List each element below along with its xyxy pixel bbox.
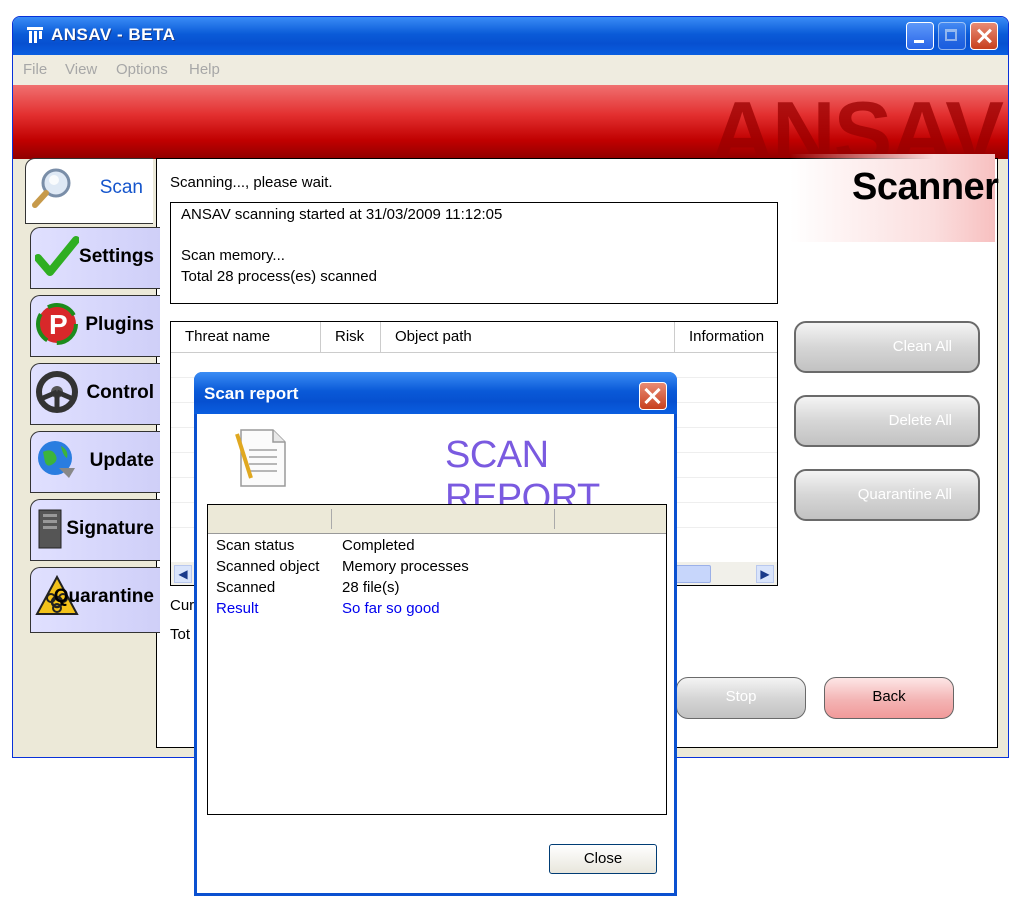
total-label: Tot: [170, 626, 191, 643]
report-document-icon: [235, 429, 286, 487]
log-line: Scan memory...: [181, 247, 285, 264]
page-title: Scanner: [852, 166, 999, 208]
dialog-title-bar[interactable]: Scan report: [194, 372, 677, 414]
column-header-risk[interactable]: Risk: [321, 322, 381, 352]
tab-update[interactable]: Update: [30, 431, 160, 493]
svg-text:P: P: [49, 309, 68, 340]
header-banner: ANSAV: [13, 85, 1008, 159]
menu-view[interactable]: View: [65, 61, 97, 78]
dialog-close-icon[interactable]: [639, 382, 667, 410]
tab-label: Update: [89, 450, 154, 471]
report-label-scanned-object: Scanned object: [216, 558, 320, 575]
scroll-left-icon[interactable]: ◀: [174, 565, 192, 583]
column-header-object-path[interactable]: Object path: [381, 322, 675, 352]
checkmark-icon: [35, 236, 79, 276]
dialog-title: Scan report: [204, 384, 299, 403]
magnifier-icon: [32, 168, 71, 208]
stop-button[interactable]: Stop: [676, 677, 806, 719]
tab-settings[interactable]: Settings: [30, 227, 160, 289]
tab-label: Scan: [99, 177, 143, 198]
close-window-button[interactable]: [970, 22, 998, 50]
scan-log-box: ANSAV scanning started at 31/03/2009 11:…: [170, 202, 778, 304]
tab-label: Control: [86, 382, 154, 403]
log-line: Total 28 process(es) scanned: [181, 268, 377, 285]
window-title: ANSAV - BETA: [51, 25, 176, 44]
report-value-scanned: 28 file(s): [342, 579, 400, 596]
column-header-threat-name[interactable]: Threat name: [171, 322, 321, 352]
scan-report-dialog: Scan report SCAN REPORT Scan status Comp…: [194, 372, 677, 896]
tab-signature[interactable]: Signature: [30, 499, 160, 561]
report-label-scan-status: Scan status: [216, 537, 295, 554]
app-icon: [25, 25, 45, 45]
report-value-result: So far so good: [342, 600, 440, 617]
menu-help[interactable]: Help: [189, 61, 220, 78]
globe-update-icon: [38, 441, 75, 478]
tab-label: Plugins: [85, 314, 154, 335]
tab-scan[interactable]: Scan: [25, 158, 153, 224]
menu-bar: File View Options Help: [13, 55, 1008, 85]
report-list[interactable]: Scan status Completed Scanned object Mem…: [207, 504, 667, 815]
menu-file[interactable]: File: [23, 61, 47, 78]
scroll-right-icon[interactable]: ▶: [756, 565, 774, 583]
tab-control[interactable]: Control: [30, 363, 160, 425]
report-label-scanned: Scanned: [216, 579, 276, 596]
report-list-header: [208, 505, 666, 534]
title-bar[interactable]: ANSAV - BETA: [13, 17, 1008, 55]
clean-all-button[interactable]: Clean All: [794, 321, 980, 373]
report-value-scan-status: Completed: [342, 537, 415, 554]
scan-status-text: Scanning..., please wait.: [170, 174, 333, 191]
quarantine-all-button[interactable]: Quarantine All: [794, 469, 980, 521]
tab-label: Signature: [66, 518, 154, 539]
tab-label: Quarantine: [53, 586, 154, 607]
minimize-button[interactable]: [906, 22, 934, 50]
delete-all-button[interactable]: Delete All: [794, 395, 980, 447]
close-button[interactable]: Close: [549, 844, 657, 874]
report-label-result: Result: [216, 600, 259, 617]
tab-label: Settings: [79, 246, 154, 267]
banner-logo: ANSAV: [710, 85, 1004, 159]
report-value-scanned-object: Memory processes: [342, 558, 469, 575]
menu-options[interactable]: Options: [116, 61, 168, 78]
maximize-button[interactable]: [938, 22, 966, 50]
back-button[interactable]: Back: [824, 677, 954, 719]
steering-wheel-icon: [36, 371, 78, 413]
current-file-label: Cur: [170, 597, 195, 614]
plugin-icon: P: [36, 303, 78, 345]
column-header-information[interactable]: Information: [675, 322, 777, 352]
log-line: ANSAV scanning started at 31/03/2009 11:…: [181, 206, 503, 223]
tab-quarantine[interactable]: Quarantine: [30, 567, 160, 633]
tab-plugins[interactable]: P Plugins: [30, 295, 160, 357]
